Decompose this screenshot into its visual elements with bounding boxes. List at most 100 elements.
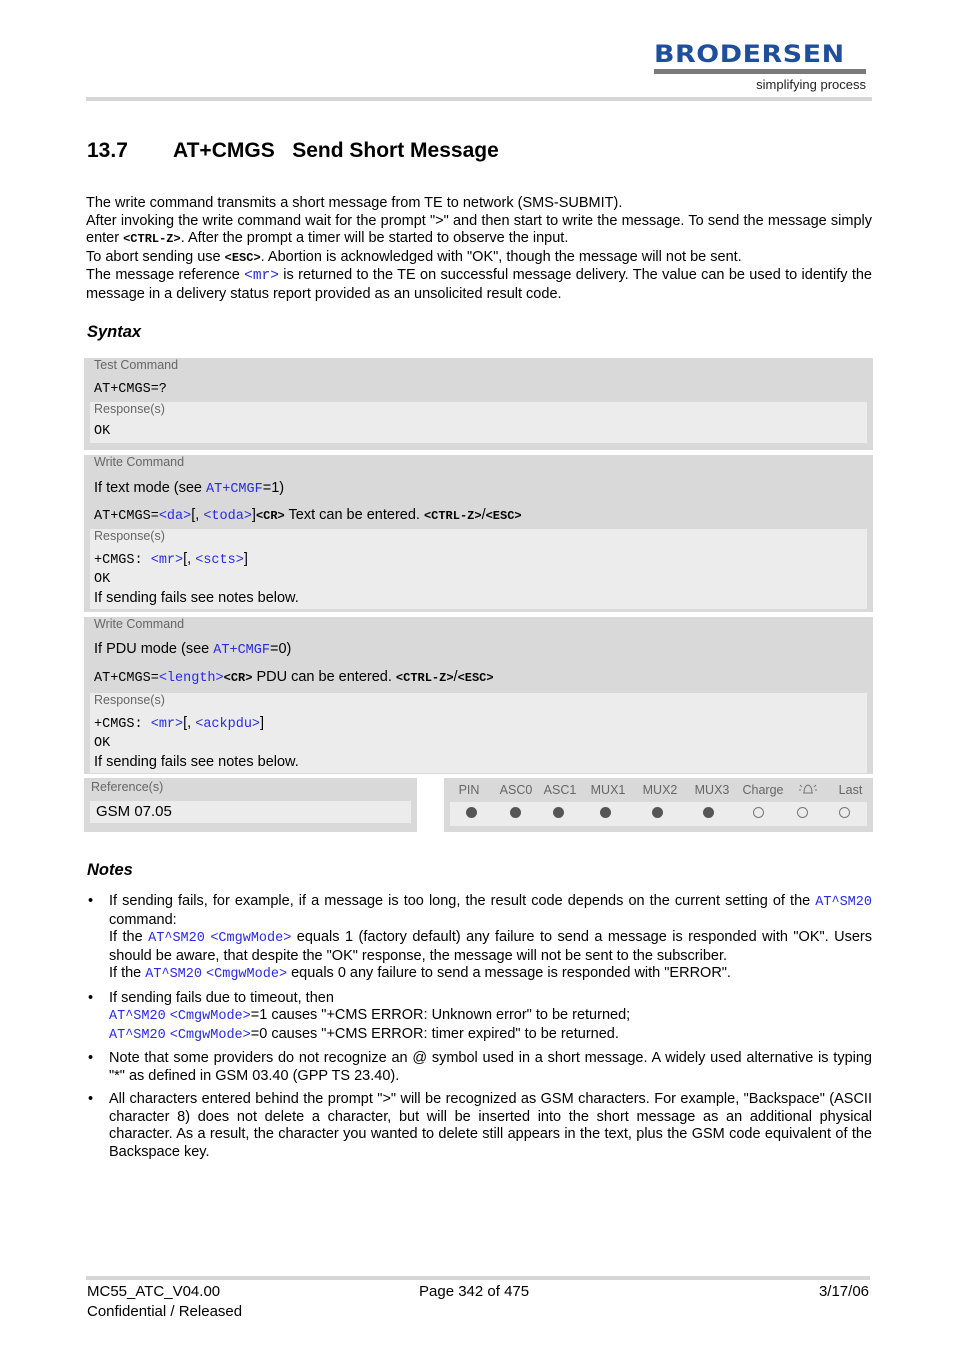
da-link[interactable]: <da> xyxy=(159,509,191,524)
test-command-label: Test Command xyxy=(94,358,179,372)
logo-tagline: simplifying process xyxy=(756,77,866,92)
text-mode-command: AT+CMGS=<da>[, <toda>]<CR> Text can be e… xyxy=(94,507,522,524)
length-link[interactable]: <length> xyxy=(159,671,224,686)
sm20-link[interactable]: AT^SM20 xyxy=(109,1028,166,1043)
section-number: 13.7 xyxy=(87,139,128,162)
response-label: Response(s) xyxy=(94,529,165,543)
write-command-label: Write Command xyxy=(94,455,185,469)
interface-cell xyxy=(450,806,493,822)
sm20-link[interactable]: AT^SM20 xyxy=(109,1009,166,1024)
note-item: • If sending fails due to timeout, then … xyxy=(88,989,631,1043)
pdu-mode-note: If sending fails see notes below. xyxy=(94,754,299,770)
intro-line-4: The message reference <mr> is returned t… xyxy=(86,267,872,302)
response-label: Response(s) xyxy=(94,693,165,707)
interface-cell xyxy=(823,806,867,822)
test-command-box: Test Command AT+CMGS=? Response(s) OK xyxy=(84,358,873,450)
text-mode-response-box: Response(s) +CMGS: <mr>[, <scts>] OK If … xyxy=(90,529,867,609)
footer-date: 3/17/06 xyxy=(818,1283,869,1300)
empty-circle-icon xyxy=(753,807,765,818)
reference-label: Reference(s) xyxy=(91,780,164,794)
esc-key: <ESC> xyxy=(224,250,261,265)
interface-cell xyxy=(683,806,734,822)
text-mode-condition: If text mode (see AT+CMGF=1) xyxy=(94,480,285,497)
intro-text: The write command transmits a short mess… xyxy=(86,195,872,303)
filled-circle-icon xyxy=(600,807,612,818)
syntax-heading: Syntax xyxy=(87,323,142,341)
interface-header-last: Last xyxy=(838,783,863,797)
cmgwmode-link[interactable]: <CmgwMode> xyxy=(206,967,287,982)
text-mode-note: If sending fails see notes below. xyxy=(94,590,299,606)
interface-cell xyxy=(493,806,536,822)
pdu-mode-condition: If PDU mode (see AT+CMGF=0) xyxy=(94,641,292,658)
cmgwmode-link[interactable]: <CmgwMode> xyxy=(210,931,291,946)
intro-line-1: The write command transmits a short mess… xyxy=(86,195,623,211)
sm20-link[interactable]: AT^SM20 xyxy=(145,967,202,982)
ctrl-z-key: <CTRL-Z> xyxy=(123,232,181,246)
alarm-bell-icon xyxy=(788,782,828,799)
note-item: • Note that some providers do not recogni… xyxy=(88,1050,872,1084)
pdu-mode-response-box: Response(s) +CMGS: <mr>[, <ackpdu>] OK I… xyxy=(90,693,867,773)
note-item: • All characters entered behind the promp… xyxy=(88,1091,872,1160)
test-command: AT+CMGS=? xyxy=(94,382,167,397)
footer-divider xyxy=(86,1276,870,1280)
empty-circle-icon xyxy=(797,807,809,818)
intro-line-2: After invoking the write command wait fo… xyxy=(86,212,872,247)
interface-table: PIN ASC0 ASC1 MUX1 MUX2 MUX3 Charge Last xyxy=(444,778,873,832)
pdu-mode-response: +CMGS: <mr>[, <ackpdu>] xyxy=(94,715,265,732)
logo-bar xyxy=(654,69,866,74)
write-command-pdu-box: Write Command If PDU mode (see AT+CMGF=0… xyxy=(84,617,873,774)
cmgf-link[interactable]: AT+CMGF xyxy=(213,643,270,658)
interface-cell xyxy=(580,806,631,822)
interface-headers: PIN ASC0 ASC1 MUX1 MUX2 MUX3 Charge Last xyxy=(444,778,873,802)
filled-circle-icon xyxy=(702,807,714,818)
interface-header-mux2: MUX2 xyxy=(642,783,678,797)
interface-header-asc0: ASC0 xyxy=(499,783,533,797)
brodersen-logo: BRODERSEN simplifying process xyxy=(654,42,866,92)
mr-link[interactable]: <mr> xyxy=(151,717,183,732)
interface-header-pin: PIN xyxy=(458,783,480,797)
text-mode-ok: OK xyxy=(94,572,111,587)
notes-heading: Notes xyxy=(87,861,133,879)
interface-cell xyxy=(631,806,682,822)
filled-circle-icon xyxy=(466,807,478,818)
reference-box: Reference(s) GSM 07.05 xyxy=(84,778,417,832)
cmgwmode-link[interactable]: <CmgwMode> xyxy=(170,1028,251,1043)
interface-header-mux1: MUX1 xyxy=(590,783,626,797)
logo-brand: BRODERSEN xyxy=(654,40,845,68)
interface-values xyxy=(450,802,867,826)
cmgf-link[interactable]: AT+CMGF xyxy=(206,482,263,497)
interface-cell xyxy=(537,806,580,822)
toda-link[interactable]: <toda> xyxy=(203,509,252,524)
interface-cell xyxy=(783,806,822,822)
cmgwmode-link[interactable]: <CmgwMode> xyxy=(170,1009,251,1024)
notes-list: • If sending fails, for example, if a me… xyxy=(86,893,872,1167)
empty-circle-icon xyxy=(839,807,851,818)
sm20-link[interactable]: AT^SM20 xyxy=(148,931,205,946)
scts-link[interactable]: <scts> xyxy=(195,553,244,568)
write-command-label: Write Command xyxy=(94,617,185,631)
interface-cell xyxy=(734,806,783,822)
response-label: Response(s) xyxy=(94,402,165,416)
interface-header-mux3: MUX3 xyxy=(694,783,730,797)
text-mode-response: +CMGS: <mr>[, <scts>] xyxy=(94,551,248,568)
sm20-link[interactable]: AT^SM20 xyxy=(815,895,872,910)
section-title: AT+CMGS Send Short Message xyxy=(173,139,499,162)
filled-circle-icon xyxy=(552,807,564,818)
filled-circle-icon xyxy=(509,807,521,818)
footer-status: Confidential / Released xyxy=(87,1303,243,1320)
pdu-mode-ok: OK xyxy=(94,736,111,751)
pdu-mode-command: AT+CMGS=<length><CR> PDU can be entered.… xyxy=(94,669,494,686)
interface-header-asc1: ASC1 xyxy=(543,783,577,797)
note-item: • If sending fails, for example, if a me… xyxy=(88,893,872,982)
mr-link[interactable]: <mr> xyxy=(151,553,183,568)
footer-doc-id: MC55_ATC_V04.00 xyxy=(87,1283,221,1300)
mr-link[interactable]: <mr> xyxy=(244,268,279,284)
ackpdu-link[interactable]: <ackpdu> xyxy=(195,717,260,732)
write-command-text-box: Write Command If text mode (see AT+CMGF=… xyxy=(84,455,873,612)
filled-circle-icon xyxy=(651,807,663,818)
interface-header-charge: Charge xyxy=(742,783,784,797)
intro-line-3: To abort sending use <ESC>. Abortion is … xyxy=(86,248,742,265)
header-divider xyxy=(86,97,872,101)
test-response-box: Response(s) OK xyxy=(90,402,867,443)
footer-page: Page 342 of 475 xyxy=(419,1283,530,1300)
